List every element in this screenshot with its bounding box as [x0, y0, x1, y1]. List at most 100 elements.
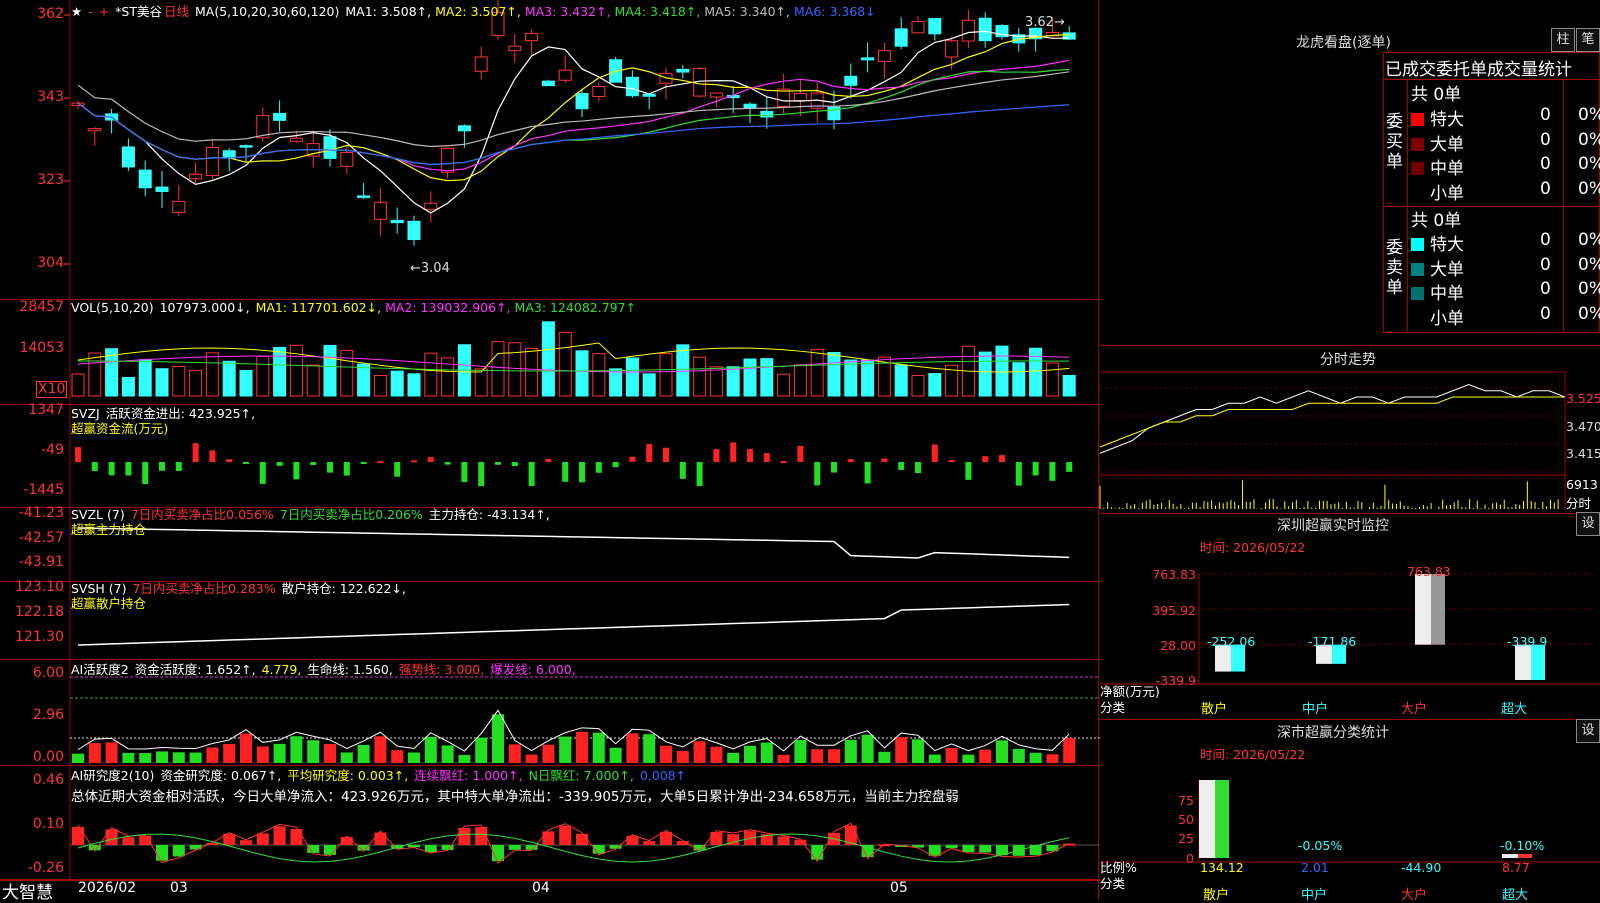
fund-flow-bar [780, 461, 787, 464]
activity-bar [88, 743, 101, 763]
intraday-y-tick: 3.470 [1566, 419, 1600, 434]
activity-bar [156, 751, 168, 763]
volume-bar [827, 351, 841, 397]
sz-category: 散户 [1201, 702, 1228, 717]
fund-flow-bar [159, 462, 165, 471]
ai2-e: 0.008↑ [639, 768, 687, 783]
research-bar [172, 845, 185, 857]
fund-flow-bar [175, 462, 182, 471]
intraday-y-tick: 3.415 [1566, 446, 1600, 461]
sz-settings-button[interactable]: 设 [1576, 512, 1600, 536]
fund-flow-bar [209, 450, 216, 462]
fund-flow-bar [999, 455, 1005, 462]
research-bar [542, 831, 555, 845]
candle-body [743, 103, 757, 109]
zoom-in-icon[interactable]: + [99, 4, 109, 19]
fund-flow-bar [629, 456, 636, 462]
favorite-star-icon[interactable]: ★ [71, 4, 82, 19]
ai2-d: N日飘红: 7.000↑, [528, 768, 634, 783]
activity-bar [324, 743, 336, 763]
candle-body [239, 145, 253, 148]
volume-bar [1045, 362, 1059, 397]
candle-body [541, 80, 555, 87]
stock-name: *ST美谷 [115, 4, 162, 19]
activity-bar [374, 736, 387, 763]
ai2-c: 连续飘红: 1.000↑, [414, 768, 523, 783]
fund-flow-bar [579, 462, 585, 483]
activity-bar [256, 746, 269, 763]
svsh-y-tick: 122.18 [15, 604, 64, 620]
fund-flow-bar [965, 462, 972, 480]
research-bar [626, 835, 639, 845]
candle-body [844, 75, 858, 86]
volume-bar [273, 346, 287, 397]
research-bar [189, 845, 202, 850]
fund-flow-bar [495, 462, 501, 465]
candle-body [625, 76, 639, 97]
main-y-tick: 362 [37, 6, 64, 22]
period-label[interactable]: 日线 [164, 4, 189, 19]
volume-bar [558, 331, 572, 397]
intraday-vol-unit: 分时 [1566, 496, 1592, 511]
pen-mode-button[interactable]: 笔 [1576, 28, 1600, 52]
volume-bar [474, 368, 488, 397]
high-price-note: 3.62→ [1025, 15, 1065, 30]
ma-value-3: MA3: 3.432↑, [524, 4, 611, 19]
bar-mode-button[interactable]: 柱 [1551, 28, 1575, 52]
fund-flow-bar [108, 462, 115, 476]
fund-flow-bar [915, 462, 921, 474]
svsh-sub: 超赢散户持仓 [71, 596, 147, 611]
fund-flow-bar [545, 458, 552, 462]
sell-row: 大单 [1411, 255, 1464, 280]
volume-bar [373, 374, 387, 397]
activity-bar [861, 734, 874, 763]
candle-body [273, 112, 287, 121]
activity-bar [441, 745, 454, 763]
candle-body [793, 92, 807, 102]
candle-body [155, 186, 169, 192]
sz-y-tick: 395.92 [1152, 603, 1196, 618]
cl-y-tick: 25 [1178, 831, 1194, 846]
volume-bar [911, 374, 925, 397]
zoom-out-icon[interactable]: - [88, 4, 93, 19]
color-swatch [1411, 187, 1424, 200]
candle-body [894, 28, 908, 47]
candle-body [474, 56, 488, 72]
candle-body [978, 17, 992, 42]
activity-bar [996, 740, 1008, 763]
volume-bar [1062, 374, 1076, 397]
tab-orders[interactable]: 委托单 [1436, 60, 1487, 80]
fund-flow-bar [646, 443, 653, 462]
fund-flow-bar [276, 462, 283, 466]
fund-flow-bar [831, 462, 837, 473]
activity-bar [122, 752, 135, 763]
volume-bar [541, 321, 555, 397]
vol-y-tick: 28457 [19, 299, 64, 315]
candle-body [323, 136, 337, 159]
fund-flow-bar [696, 462, 703, 487]
svzl-red: 7日内买卖净占比0.056% [130, 507, 274, 522]
activity-bar [525, 754, 538, 763]
sell-count: 0 [1540, 230, 1551, 250]
classify-settings-button[interactable]: 设 [1576, 719, 1600, 743]
fund-flow-bar [427, 457, 434, 462]
volume-bar [676, 344, 690, 397]
candle-body [441, 148, 455, 173]
activity-bar [744, 745, 756, 763]
fund-flow-bar [679, 462, 686, 479]
fund-flow-bar [360, 462, 367, 464]
tab-filled[interactable]: 已成交 [1385, 60, 1436, 80]
candle-body [525, 32, 539, 42]
sell-count: 0 [1540, 303, 1551, 324]
sell-row: 中单 [1411, 279, 1464, 304]
candle-body [172, 201, 186, 214]
activity-bar [576, 731, 588, 763]
tab-volume-stats[interactable]: 成交量统计 [1487, 60, 1572, 80]
activity-bar [223, 743, 236, 763]
volume-bar [928, 373, 942, 397]
candle-body [424, 202, 438, 210]
activity-bar [424, 736, 437, 763]
activity-bar [206, 747, 219, 763]
sz-bar-shade [1431, 574, 1445, 645]
activity-bar [828, 749, 840, 763]
